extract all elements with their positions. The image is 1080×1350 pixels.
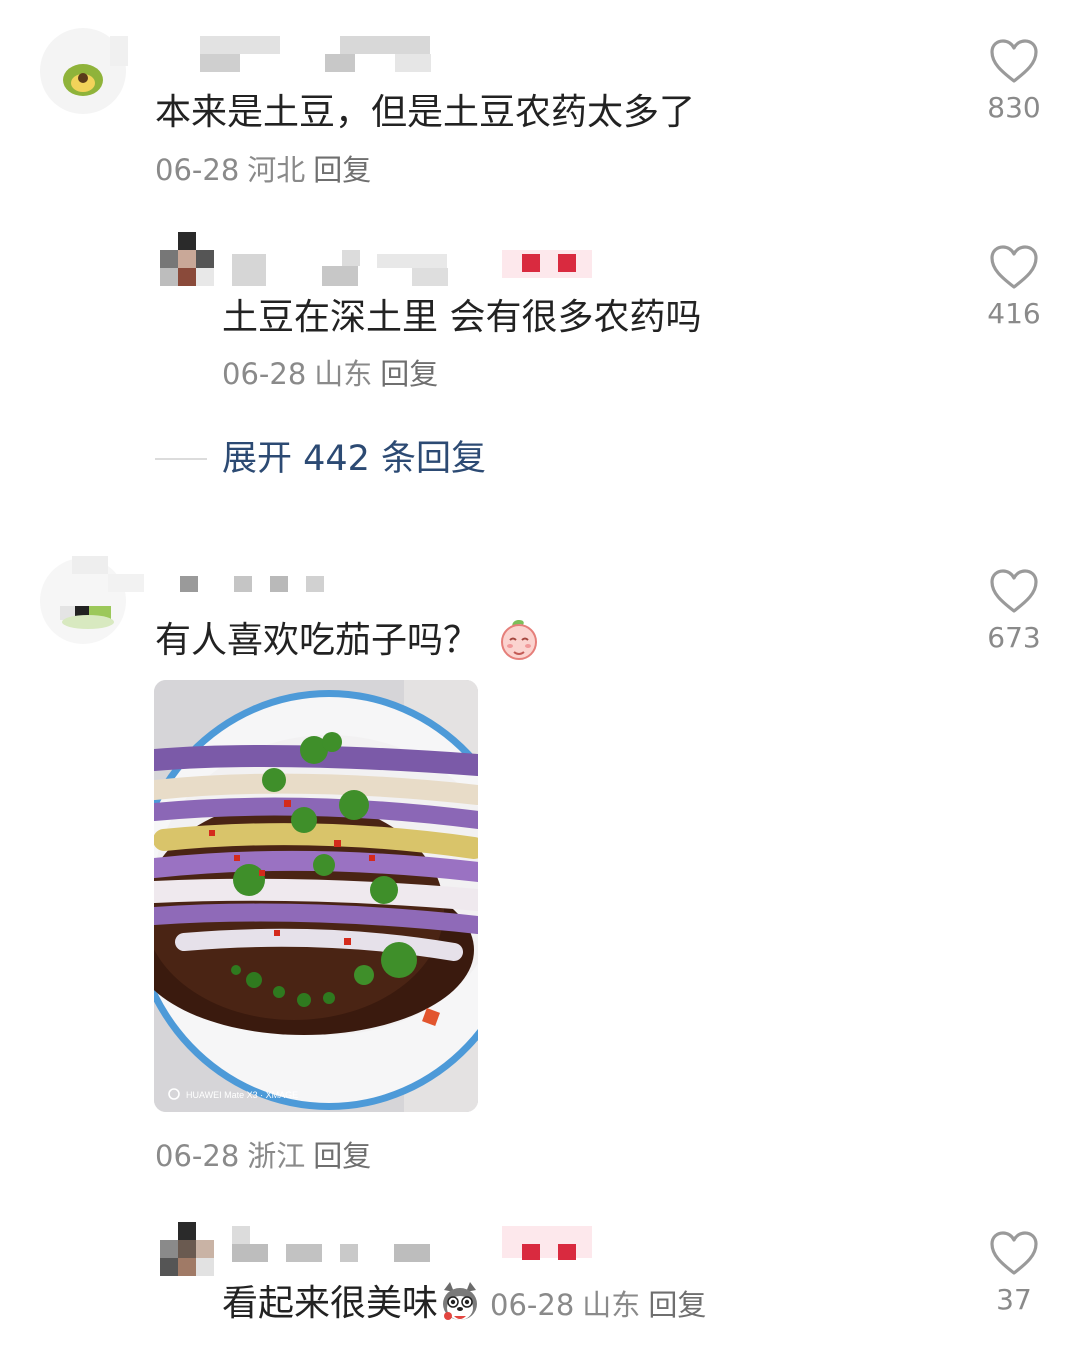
reply-date: 06-28 [490, 1288, 575, 1322]
like-control[interactable]: 673 [974, 568, 1054, 652]
like-count: 37 [996, 1283, 1032, 1316]
heart-outline-icon[interactable] [989, 1230, 1039, 1276]
comment-text-row: 有人喜欢吃茄子吗？ [155, 620, 542, 662]
comment-location: 浙江 [247, 1139, 306, 1173]
reply-text: 土豆在深土里 会有很多农药吗 [222, 297, 702, 338]
username-redacted [72, 556, 332, 596]
comment-meta: 06-28 河北 回复 [155, 156, 371, 185]
heart-outline-icon[interactable] [989, 568, 1039, 614]
comment-location: 河北 [247, 153, 306, 187]
photo-watermark: HUAWEI Mate X3 · XMAGE [186, 1090, 298, 1100]
reply-button[interactable]: 回复 [313, 1139, 371, 1173]
comment-date: 06-28 [155, 153, 240, 187]
expand-replies-button[interactable]: 展开 442 条回复 [222, 442, 486, 477]
comment-meta: 06-28 浙江 回复 [155, 1142, 371, 1171]
reply-text-row: 看起来很美味 06-28 山东 回复 [222, 1282, 706, 1324]
reply-button[interactable]: 回复 [313, 153, 371, 187]
heart-outline-icon[interactable] [989, 244, 1039, 290]
avatar[interactable] [160, 1222, 216, 1278]
reply-button[interactable]: 回复 [648, 1288, 706, 1322]
reply-location: 山东 [314, 357, 373, 391]
comment-text: 有人喜欢吃茄子吗？ [155, 620, 480, 661]
like-count: 830 [987, 91, 1041, 124]
avatar[interactable] [160, 232, 216, 288]
like-count: 416 [987, 297, 1041, 330]
comment-date: 06-28 [155, 1139, 240, 1173]
like-count: 673 [987, 621, 1041, 654]
husky-dog-emoji [443, 1282, 478, 1320]
reply-date: 06-28 [222, 357, 307, 391]
like-control[interactable]: 416 [974, 244, 1054, 328]
heart-outline-icon[interactable] [989, 38, 1039, 84]
divider [155, 458, 207, 460]
reply-meta: 06-28 山东 回复 [222, 360, 438, 389]
like-control[interactable]: 37 [974, 1230, 1054, 1314]
peach-face-emoji [501, 620, 538, 660]
reply-text: 看起来很美味 [222, 1283, 439, 1324]
username-redacted [232, 250, 592, 286]
eggplant-dish-image: HUAWEI Mate X3 · XMAGE [154, 680, 478, 1112]
reply-button[interactable]: 回复 [380, 357, 438, 391]
username-redacted [232, 1222, 592, 1262]
comment-photo[interactable]: HUAWEI Mate X3 · XMAGE [154, 680, 478, 1112]
username-redacted [110, 36, 440, 72]
like-control[interactable]: 830 [974, 38, 1054, 122]
comment-text: 本来是土豆，但是土豆农药太多了 [155, 92, 696, 133]
reply-location: 山东 [582, 1288, 641, 1322]
